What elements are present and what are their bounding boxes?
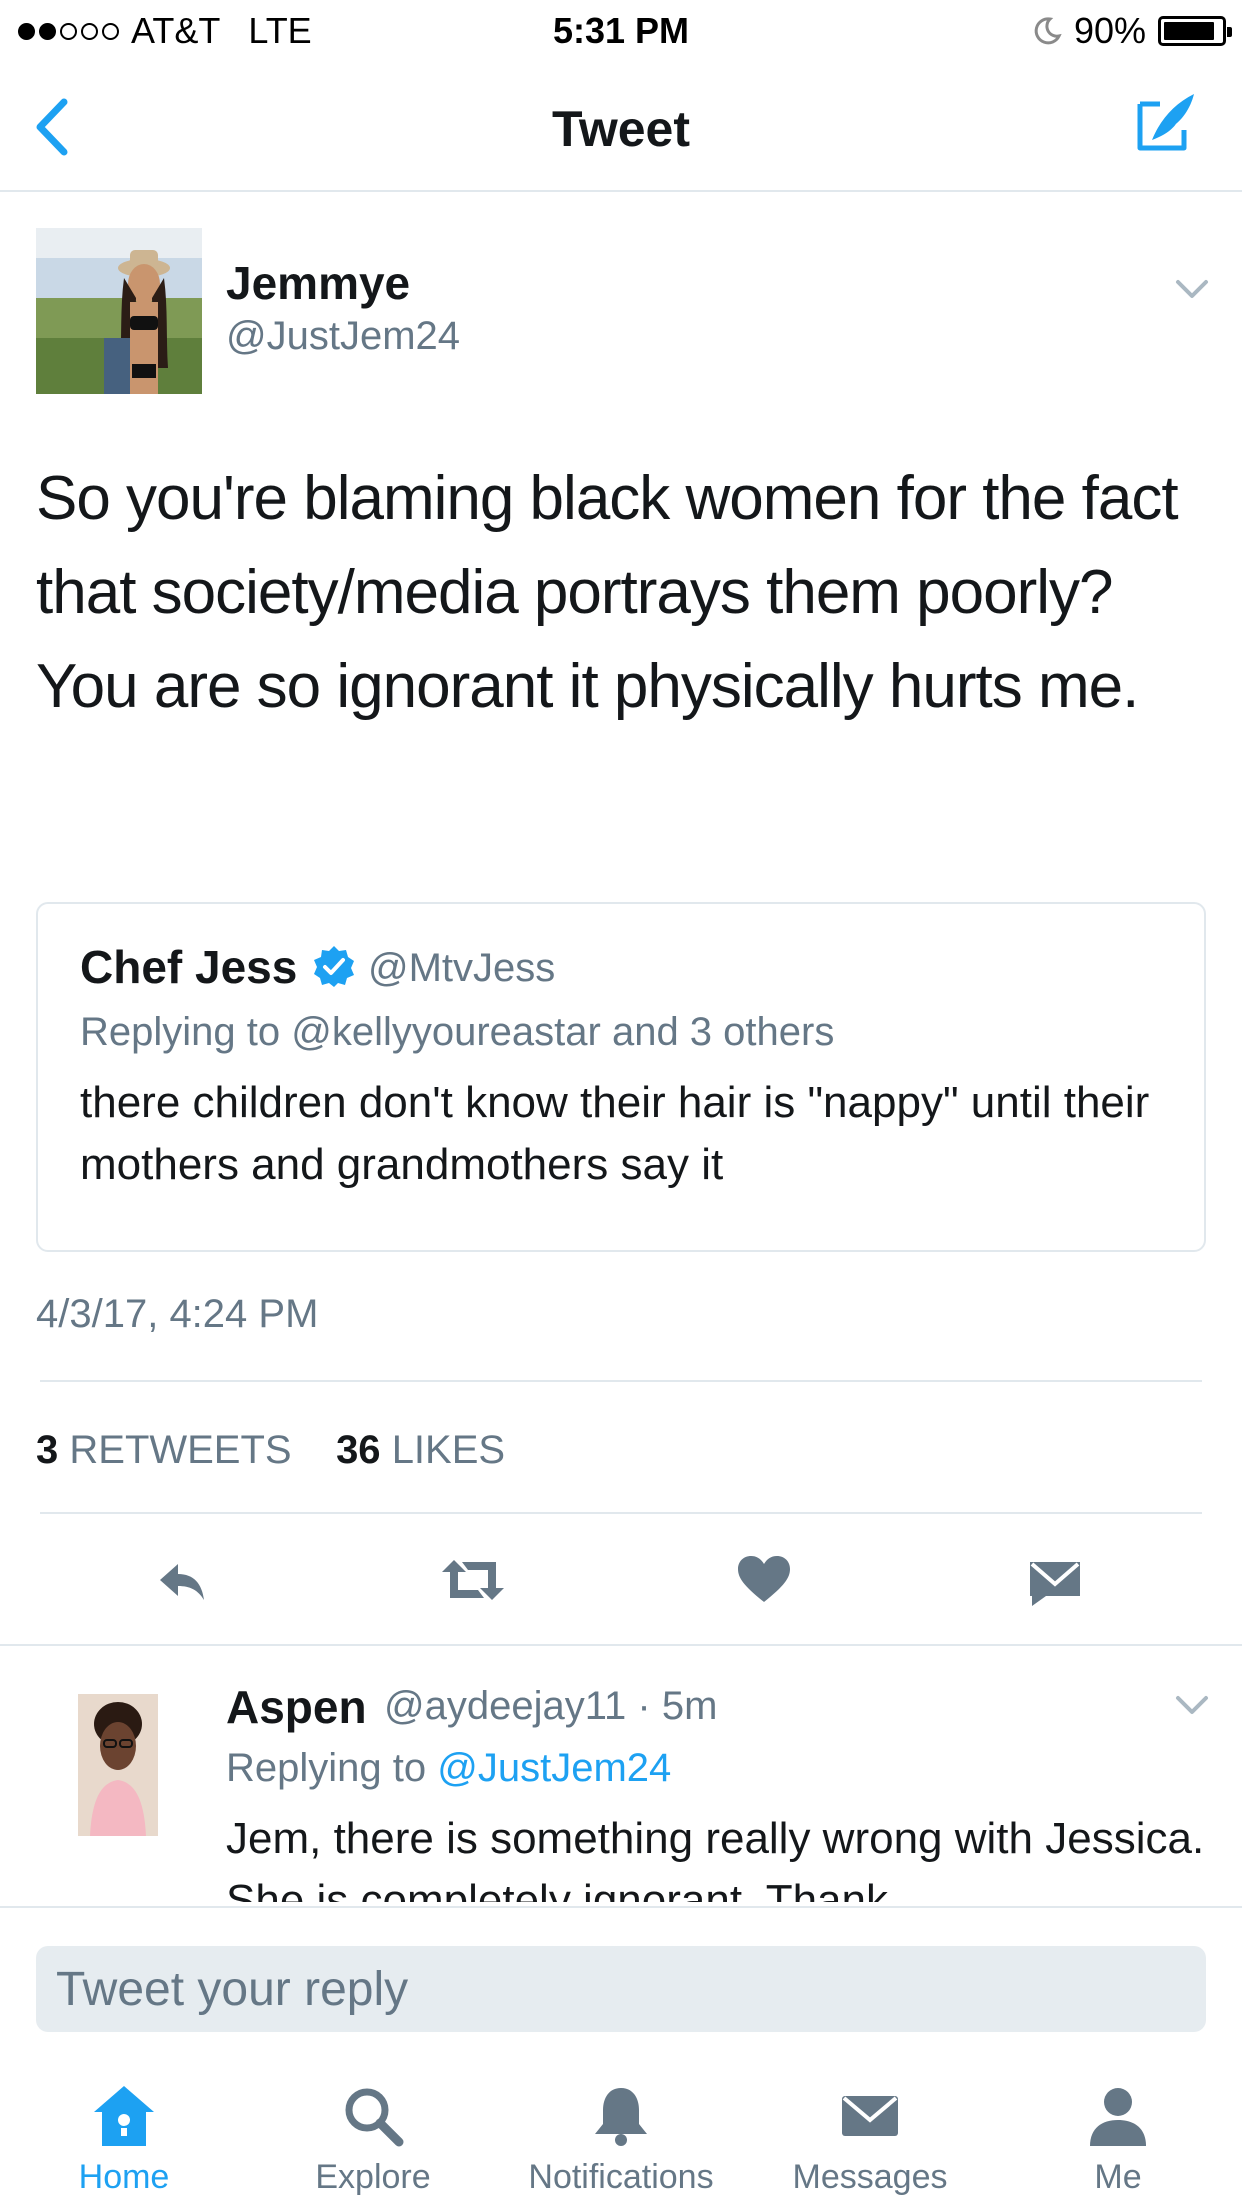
home-icon xyxy=(94,2086,154,2146)
verified-badge-icon xyxy=(314,946,354,987)
reply-text: Jem, there is something really wrong wit… xyxy=(226,1814,1205,1902)
search-icon xyxy=(345,2088,404,2147)
status-right: 90% xyxy=(1032,10,1232,52)
tab-messages-label: Messages xyxy=(792,2158,948,2196)
direct-message-icon[interactable] xyxy=(1026,1550,1084,1610)
reply-separator: · xyxy=(637,1684,651,1728)
battery-icon xyxy=(1158,16,1232,46)
tab-home-label: Home xyxy=(78,2158,170,2196)
quoted-author-name: Chef Jess xyxy=(80,941,298,993)
bell-icon xyxy=(595,2088,647,2146)
envelope-icon xyxy=(842,2096,898,2136)
reply-replying-to: Replying to @JustJem24 xyxy=(226,1746,671,1791)
tweet-stats: 3 RETWEETS 36 LIKES xyxy=(36,1428,505,1473)
page-title: Tweet xyxy=(552,101,690,157)
tweet-text: So you're blaming black women for the fa… xyxy=(36,464,1179,721)
reply-author-handle[interactable]: @aydeejay11 xyxy=(384,1684,626,1728)
person-icon xyxy=(1090,2088,1146,2146)
retweet-icon[interactable] xyxy=(438,1550,508,1610)
battery-percent: 90% xyxy=(1073,10,1146,51)
compose-tweet-icon[interactable] xyxy=(1130,86,1202,158)
tab-notifications[interactable]: Notifications xyxy=(497,2080,745,2197)
tab-me-label: Me xyxy=(1094,2158,1142,2196)
retweets-label[interactable]: RETWEETS xyxy=(69,1428,291,1472)
nav-bar: Tweet xyxy=(0,62,1242,192)
tweet-timestamp: 4/3/17, 4:24 PM xyxy=(36,1292,319,1336)
tab-bar: Home Explore Notifications Messages Me xyxy=(0,2050,1242,2208)
avatar[interactable] xyxy=(36,228,202,394)
quoted-tweet-card[interactable]: Chef Jess @MtvJess Replying to @kellyyou… xyxy=(36,902,1206,1252)
divider xyxy=(0,1644,1242,1646)
chevron-down-icon[interactable] xyxy=(1172,276,1212,302)
replying-handle-link[interactable]: @JustJem24 xyxy=(437,1746,671,1790)
tab-messages[interactable]: Messages xyxy=(746,2080,994,2197)
reply-author-name[interactable]: Aspen xyxy=(226,1680,367,1734)
reply-icon[interactable] xyxy=(154,1550,214,1610)
quoted-author-handle: @MtvJess xyxy=(368,946,556,990)
status-bar: AT&T LTE 5:31 PM 90% xyxy=(0,0,1242,62)
author-handle[interactable]: @JustJem24 xyxy=(226,314,460,359)
like-heart-icon[interactable] xyxy=(734,1550,794,1610)
chevron-down-icon[interactable] xyxy=(1172,1692,1212,1718)
likes-count[interactable]: 36 xyxy=(336,1428,381,1472)
tab-home[interactable]: Home xyxy=(0,2080,248,2197)
replying-prefix: Replying to xyxy=(226,1746,427,1790)
tab-explore-label: Explore xyxy=(315,2158,431,2196)
reply-composer: Tweet your reply xyxy=(0,1906,1242,2050)
tab-notifications-label: Notifications xyxy=(528,2158,714,2196)
tab-explore[interactable]: Explore xyxy=(249,2080,497,2197)
quoted-replying-to: Replying to @kellyyoureastar and 3 other… xyxy=(80,1010,835,1054)
reply-avatar[interactable] xyxy=(78,1694,158,1836)
reply-age: 5m xyxy=(661,1684,718,1728)
tab-me[interactable]: Me xyxy=(994,2080,1242,2197)
reply-meta: @aydeejay11 · 5m xyxy=(384,1684,717,1729)
author-name[interactable]: Jemmye xyxy=(226,256,410,310)
divider xyxy=(40,1380,1202,1382)
tweet-reply-input[interactable]: Tweet your reply xyxy=(36,1946,1206,2032)
moon-icon xyxy=(1034,17,1062,45)
quoted-tweet-text: there children don't know their hair is … xyxy=(80,1078,1150,1189)
divider xyxy=(40,1512,1202,1514)
likes-label[interactable]: LIKES xyxy=(392,1428,505,1472)
retweets-count[interactable]: 3 xyxy=(36,1428,58,1472)
